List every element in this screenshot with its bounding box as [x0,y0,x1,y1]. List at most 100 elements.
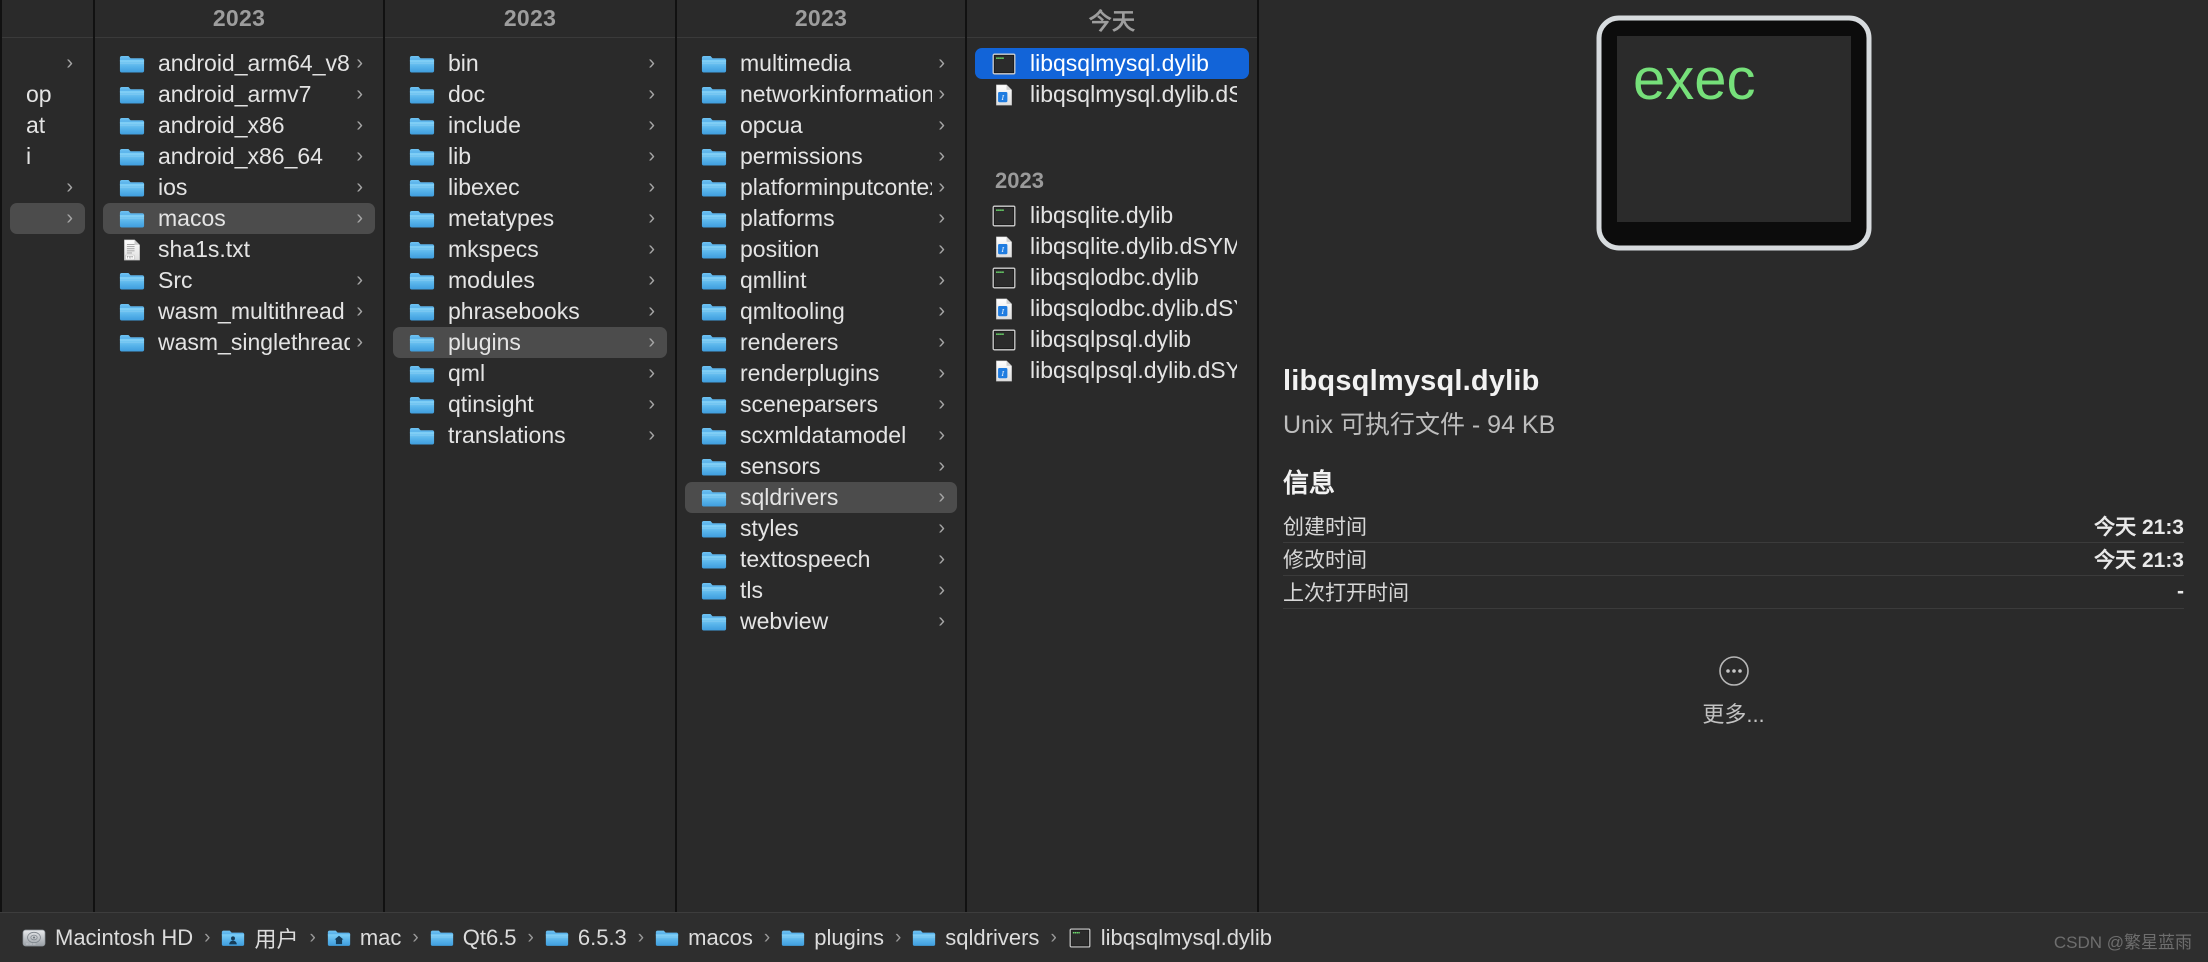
file-row[interactable]: wasm_singlethread › [103,327,375,358]
file-row[interactable]: webview › [685,606,957,637]
file-row[interactable]: › [10,48,85,79]
folder-icon [119,146,145,168]
file-row[interactable]: I libqsqlite.dylib.dSYM [975,231,1249,262]
column-list[interactable]: multimedia › networkinformation › opcua … [677,38,965,912]
file-row[interactable]: multimedia › [685,48,957,79]
file-row[interactable]: styles › [685,513,957,544]
file-row[interactable]: libqsqlmysql.dylib [975,48,1249,79]
disclosure-chevron-icon: › [356,52,363,74]
file-row[interactable]: I libqsqlmysql.dylib.dSYM [975,79,1249,110]
file-row-label: android_arm64_v8a [158,50,351,76]
file-row[interactable]: android_x86 › [103,110,375,141]
file-row[interactable]: sceneparsers › [685,389,957,420]
file-row[interactable]: texttospeech › [685,544,957,575]
file-row-label: platforms [740,205,835,231]
file-row[interactable]: sqldrivers › [685,482,957,513]
file-row[interactable]: platforms › [685,203,957,234]
file-row[interactable]: networkinformation › [685,79,957,110]
file-row[interactable]: › [10,203,85,234]
column-list[interactable]: › op at i › › [2,38,93,912]
disclosure-chevron-icon: › [938,517,945,539]
breadcrumb-item[interactable]: sqldrivers [912,925,1039,951]
disclosure-chevron-icon: › [66,176,73,198]
file-row[interactable]: platforminputcontexts › [685,172,957,203]
breadcrumb-item[interactable]: Macintosh HD [22,925,193,951]
file-row[interactable]: plugins › [393,327,667,358]
file-row-label: qtinsight [448,391,534,417]
breadcrumb-item[interactable]: 用户 [221,922,299,954]
file-row[interactable]: bin › [393,48,667,79]
file-row[interactable]: renderplugins › [685,358,957,389]
breadcrumb-label: 用户 [254,926,299,952]
folder-icon [701,425,727,447]
file-row-label: sceneparsers [740,391,879,417]
file-row[interactable]: modules › [393,265,667,296]
breadcrumb-item[interactable]: libqsqlmysql.dylib [1068,925,1272,951]
finder-window: › op at i › › 2023 android_arm64_v8a › a… [0,0,2208,962]
file-row[interactable]: renderers › [685,327,957,358]
file-row[interactable]: permissions › [685,141,957,172]
file-row[interactable]: android_armv7 › [103,79,375,110]
file-row[interactable]: libexec › [393,172,667,203]
file-row[interactable]: translations › [393,420,667,451]
file-row[interactable]: i [10,141,85,172]
file-row[interactable]: TXT sha1s.txt [103,234,375,265]
breadcrumb-item[interactable]: mac [327,925,401,951]
disclosure-chevron-icon: › [938,393,945,415]
file-row[interactable]: op [10,79,85,110]
path-bar: Macintosh HD › 用户 › mac › Qt6.5 › 6.5.3 … [0,912,2208,962]
file-row[interactable]: qmltooling › [685,296,957,327]
file-row[interactable]: at [10,110,85,141]
column-list[interactable]: android_arm64_v8a › android_armv7 › andr… [95,38,383,912]
breadcrumb-item[interactable]: plugins [781,925,884,951]
folder-icon [409,177,435,199]
svg-text:exec: exec [1633,47,1756,112]
disclosure-chevron-icon: › [938,579,945,601]
file-row[interactable]: android_x86_64 › [103,141,375,172]
file-row-label: libqsqlite.dylib.dSYM [1030,233,1237,259]
file-row[interactable]: ios › [103,172,375,203]
folder-icon [409,53,435,75]
file-row[interactable]: › [10,172,85,203]
column-list[interactable]: bin › doc › include › lib › libexec › me… [385,38,675,912]
file-row[interactable]: doc › [393,79,667,110]
file-row[interactable]: libqsqlodbc.dylib [975,262,1249,293]
file-row-label: android_x86 [158,112,285,138]
breadcrumb-item[interactable]: Qt6.5 [430,925,517,951]
folder-icon [701,363,727,385]
file-row[interactable]: Src › [103,265,375,296]
file-row[interactable]: position › [685,234,957,265]
dsym-bundle-icon: I [991,360,1017,382]
file-row[interactable]: lib › [393,141,667,172]
breadcrumb-item[interactable]: 6.5.3 [545,925,627,951]
file-row[interactable]: tls › [685,575,957,606]
file-row[interactable]: libqsqlite.dylib [975,200,1249,231]
file-row[interactable]: include › [393,110,667,141]
folder-icon [119,270,145,292]
svg-text:I: I [1000,368,1004,377]
file-row[interactable]: qmllint › [685,265,957,296]
column-list[interactable]: libqsqlmysql.dylib I libqsqlmysql.dylib.… [967,38,1257,912]
file-row[interactable]: qtinsight › [393,389,667,420]
folder-icon [409,425,435,447]
file-row[interactable]: opcua › [685,110,957,141]
file-row[interactable]: I libqsqlodbc.dylib.dSYM [975,293,1249,324]
file-row[interactable]: android_arm64_v8a › [103,48,375,79]
file-row[interactable]: libqsqlpsql.dylib [975,324,1249,355]
finder-column: 2023 bin › doc › include › lib › libexec… [385,0,677,912]
file-row[interactable]: scxmldatamodel › [685,420,957,451]
file-row[interactable]: metatypes › [393,203,667,234]
file-row[interactable]: wasm_multithread › [103,296,375,327]
file-row[interactable]: mkspecs › [393,234,667,265]
preview-more-button[interactable]: 更多... [1283,655,2184,729]
file-row-label: android_armv7 [158,81,312,107]
file-row[interactable]: I libqsqlpsql.dylib.dSYM [975,355,1249,386]
breadcrumb-label: sqldrivers [945,924,1040,950]
breadcrumb-item[interactable]: macos [655,925,753,951]
file-row[interactable]: macos › [103,203,375,234]
file-row[interactable]: sensors › [685,451,957,482]
folder-icon [545,928,569,948]
file-row-label: wasm_multithread [158,298,345,324]
file-row[interactable]: phrasebooks › [393,296,667,327]
file-row[interactable]: qml › [393,358,667,389]
